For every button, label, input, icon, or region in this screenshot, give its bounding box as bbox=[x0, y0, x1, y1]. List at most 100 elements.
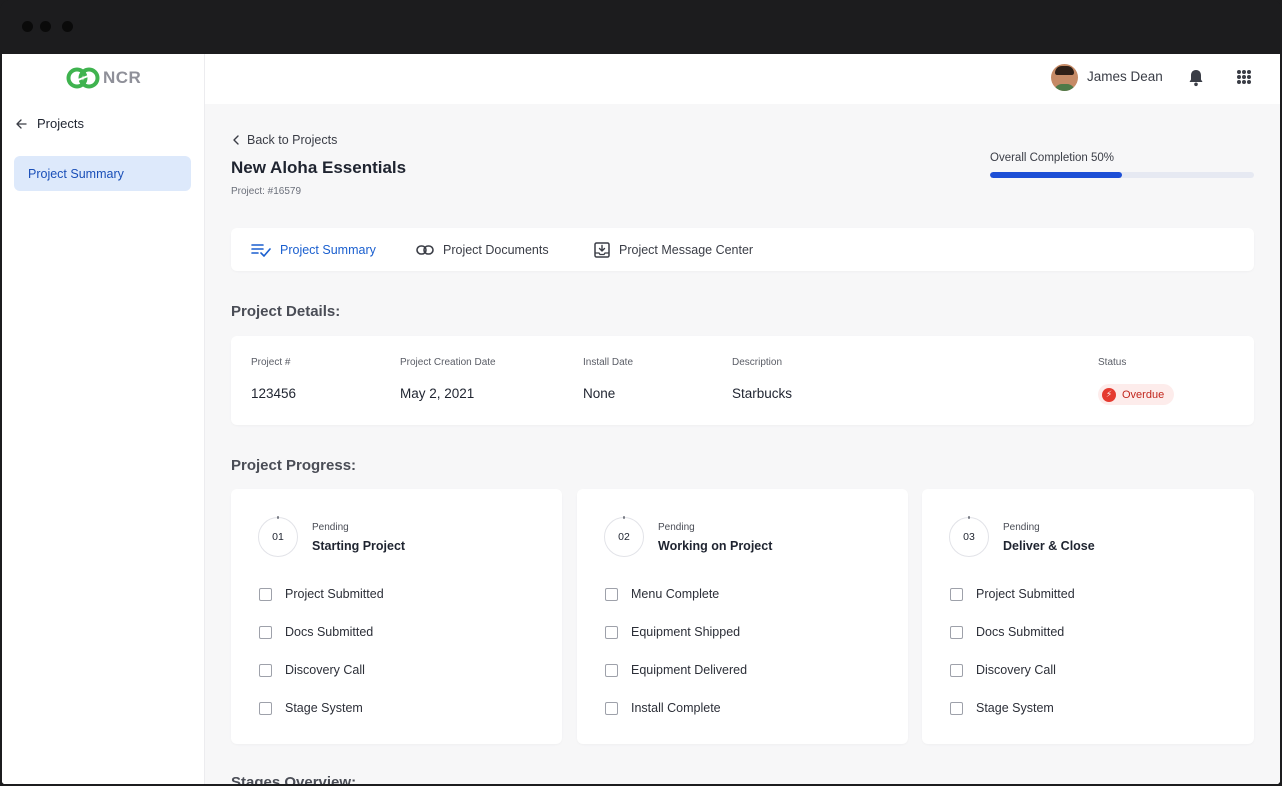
task-checkbox[interactable] bbox=[605, 701, 618, 715]
stage-number-badge: 02 bbox=[604, 516, 644, 557]
task-checkbox[interactable] bbox=[605, 663, 618, 677]
task-checkbox[interactable] bbox=[605, 587, 618, 601]
task-label: Menu Complete bbox=[631, 587, 720, 601]
task-item: Menu Complete bbox=[605, 587, 719, 601]
apps-grid-icon[interactable] bbox=[1237, 70, 1251, 84]
project-number: Project: #16579 bbox=[231, 186, 302, 197]
stage-status: Pending bbox=[312, 522, 349, 533]
ncr-logo-icon bbox=[66, 67, 100, 89]
project-progress-heading: Project Progress: bbox=[231, 457, 357, 474]
stage-name: Working on Project bbox=[658, 539, 773, 553]
page-title: New Aloha Essentials bbox=[231, 158, 407, 177]
task-checkbox[interactable] bbox=[259, 587, 272, 601]
back-to-projects-label: Back to Projects bbox=[247, 133, 338, 147]
tab-project-summary[interactable]: Project Summary bbox=[251, 228, 376, 271]
project-tabs: Project Summary Project Documents Projec… bbox=[231, 228, 1254, 271]
task-checkbox[interactable] bbox=[259, 625, 272, 639]
window-close-dot[interactable] bbox=[22, 21, 33, 32]
top-header: James Dean bbox=[205, 54, 1280, 104]
detail-value-project-number: 123456 bbox=[251, 386, 297, 401]
window-minimize-dot[interactable] bbox=[40, 21, 51, 32]
logo-text: NCR bbox=[103, 68, 142, 87]
task-item: Install Complete bbox=[605, 701, 721, 715]
stage-card-02: 02 Pending Working on Project Menu Compl… bbox=[577, 489, 908, 744]
inbox-download-icon bbox=[594, 241, 610, 258]
task-item: Discovery Call bbox=[259, 663, 365, 677]
project-details-card: Project # 123456 Project Creation Date M… bbox=[231, 336, 1254, 425]
sidebar-item-label: Project Summary bbox=[28, 166, 124, 181]
task-label: Stage System bbox=[976, 701, 1054, 715]
sidebar: NCR Projects Project Summary bbox=[2, 54, 205, 784]
tab-label: Project Documents bbox=[443, 242, 549, 257]
overall-completion-label: Overall Completion 50% bbox=[990, 152, 1115, 164]
detail-value-description: Starbucks bbox=[732, 386, 793, 401]
task-checkbox[interactable] bbox=[605, 625, 618, 639]
tab-label: Project Message Center bbox=[619, 242, 754, 257]
back-to-projects-link[interactable]: Back to Projects bbox=[232, 133, 337, 147]
task-label: Docs Submitted bbox=[285, 625, 374, 639]
detail-label-status: Status bbox=[1098, 357, 1127, 368]
task-item: Equipment Delivered bbox=[605, 663, 747, 677]
chevron-left-icon bbox=[233, 135, 239, 145]
status-badge: ⚡ Overdue bbox=[1098, 384, 1175, 405]
app-root: NCR Projects Project Summary James Dean bbox=[2, 54, 1280, 784]
stage-status: Pending bbox=[658, 522, 695, 533]
task-item: Docs Submitted bbox=[950, 625, 1064, 639]
stage-name: Deliver & Close bbox=[1003, 539, 1095, 553]
task-label: Equipment Delivered bbox=[631, 663, 748, 677]
status-badge-label: Overdue bbox=[1122, 388, 1165, 401]
stage-card-01: 01 Pending Starting Project Project Subm… bbox=[231, 489, 562, 744]
ncr-logo[interactable]: NCR bbox=[66, 66, 141, 90]
sidebar-item-project-summary[interactable]: Project Summary bbox=[14, 156, 191, 191]
task-label: Install Complete bbox=[631, 701, 721, 715]
browser-window: NCR Projects Project Summary James Dean bbox=[0, 0, 1282, 786]
task-item: Docs Submitted bbox=[259, 625, 373, 639]
link-icon bbox=[416, 244, 434, 255]
detail-label-install-date: Install Date bbox=[583, 357, 634, 368]
detail-label-project-number: Project # bbox=[251, 357, 291, 368]
task-label: Equipment Shipped bbox=[631, 625, 741, 639]
user-avatar[interactable] bbox=[1051, 64, 1078, 91]
stage-number-badge: 01 bbox=[258, 516, 298, 557]
stages-overview-heading: Stages Overview: bbox=[231, 774, 357, 784]
task-checkbox[interactable] bbox=[950, 625, 963, 639]
tab-project-documents[interactable]: Project Documents bbox=[416, 228, 549, 271]
detail-label-description: Description bbox=[732, 357, 783, 368]
overall-completion-fill bbox=[990, 172, 1122, 178]
task-label: Docs Submitted bbox=[976, 625, 1065, 639]
overall-completion-bar bbox=[990, 172, 1254, 178]
project-details-heading: Project Details: bbox=[231, 303, 341, 320]
main-content: Back to Projects New Aloha Essentials Pr… bbox=[205, 104, 1280, 784]
checklist-icon bbox=[251, 243, 271, 257]
task-item: Stage System bbox=[950, 701, 1054, 715]
detail-value-creation-date: May 2, 2021 bbox=[400, 386, 475, 401]
lightning-icon: ⚡ bbox=[1102, 387, 1116, 402]
task-label: Discovery Call bbox=[285, 663, 365, 677]
tab-project-message-center[interactable]: Project Message Center bbox=[594, 228, 753, 271]
task-item: Discovery Call bbox=[950, 663, 1056, 677]
user-name[interactable]: James Dean bbox=[1087, 69, 1163, 84]
task-label: Project Submitted bbox=[976, 587, 1075, 601]
sidebar-back-label: Projects bbox=[37, 116, 84, 131]
task-label: Stage System bbox=[285, 701, 363, 715]
bell-icon[interactable] bbox=[1187, 68, 1205, 92]
task-item: Project Submitted bbox=[950, 587, 1075, 601]
tab-label: Project Summary bbox=[280, 242, 376, 257]
stage-name: Starting Project bbox=[312, 539, 406, 553]
task-checkbox[interactable] bbox=[950, 587, 963, 601]
window-maximize-dot[interactable] bbox=[62, 21, 73, 32]
task-checkbox[interactable] bbox=[950, 701, 963, 715]
stage-status: Pending bbox=[1003, 522, 1040, 533]
task-item: Equipment Shipped bbox=[605, 625, 740, 639]
task-checkbox[interactable] bbox=[950, 663, 963, 677]
task-item: Stage System bbox=[259, 701, 363, 715]
sidebar-back-projects[interactable]: Projects bbox=[16, 116, 84, 131]
task-label: Project Submitted bbox=[285, 587, 384, 601]
arrow-left-icon bbox=[16, 118, 27, 129]
task-checkbox[interactable] bbox=[259, 701, 272, 715]
stage-number-badge: 03 bbox=[949, 516, 989, 557]
task-checkbox[interactable] bbox=[259, 663, 272, 677]
detail-label-creation-date: Project Creation Date bbox=[400, 357, 496, 368]
window-titlebar bbox=[0, 0, 1282, 54]
detail-value-install-date: None bbox=[583, 386, 616, 401]
